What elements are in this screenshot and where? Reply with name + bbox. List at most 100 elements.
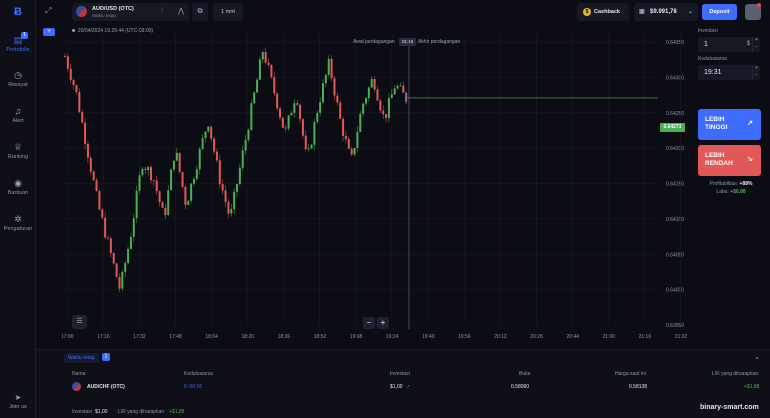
tab-fixed-time[interactable]: Waktu tetap bbox=[64, 353, 99, 363]
investment-input[interactable]: 1 $ + − bbox=[698, 37, 760, 52]
candle-body bbox=[304, 135, 307, 150]
candle-body bbox=[290, 112, 293, 116]
zoom-out-button[interactable]: − bbox=[363, 317, 375, 329]
candle-body bbox=[72, 80, 75, 85]
candle-body bbox=[66, 56, 69, 69]
higher-button[interactable]: LEBIH TINGGI ↗ bbox=[698, 109, 761, 140]
candle-body bbox=[319, 102, 322, 113]
lower-button[interactable]: LEBIH RENDAH ↘ bbox=[698, 145, 761, 176]
candle-body bbox=[204, 131, 207, 139]
sidebar-item-help[interactable]: ◉ Bantuan bbox=[0, 178, 36, 196]
candle-body bbox=[387, 98, 390, 118]
candle-body bbox=[287, 115, 290, 129]
x-tick-label: 17:16 bbox=[97, 334, 110, 340]
expiry-input[interactable]: 19:31 + − bbox=[698, 65, 760, 80]
add-chart-button[interactable]: + bbox=[43, 28, 55, 36]
candle-body bbox=[230, 209, 233, 214]
trading-app: Ƀ ▤ Portofolio 1 ◷ Riwayat ♫ Alert ♕ Ran… bbox=[0, 0, 770, 418]
candle-body bbox=[327, 58, 330, 75]
candle-body bbox=[379, 100, 382, 111]
trophy-icon: ♕ bbox=[13, 142, 23, 152]
x-tick-label: 21:16 bbox=[639, 334, 652, 340]
candle-body bbox=[129, 236, 132, 249]
y-tick-label: 0.64350 bbox=[666, 40, 684, 46]
candle-body bbox=[281, 117, 284, 128]
current-price-tag: 0.64271 bbox=[660, 123, 685, 132]
candle-body bbox=[296, 103, 299, 105]
x-tick-label: 18:04 bbox=[205, 334, 218, 340]
candle-body bbox=[347, 139, 350, 149]
candle-body bbox=[95, 180, 98, 191]
position-expected: +$1,88 bbox=[744, 384, 760, 390]
sidebar-item-alert[interactable]: ♫ Alert bbox=[0, 106, 36, 124]
sidebar-item-settings[interactable]: ✲ Pengaturan bbox=[0, 214, 36, 232]
footer-expected-label: L/R yang diharapkan bbox=[118, 409, 165, 415]
candle-body bbox=[141, 168, 144, 176]
chart-settings-button[interactable]: ☰ bbox=[72, 315, 87, 329]
candle-body bbox=[172, 160, 175, 170]
candle-body bbox=[293, 103, 296, 113]
x-tick-label: 18:52 bbox=[314, 334, 327, 340]
candle-body bbox=[241, 150, 244, 168]
candle-body bbox=[236, 183, 239, 192]
candle-body bbox=[284, 127, 287, 129]
candle-body bbox=[362, 103, 365, 114]
chart-type-icon: ⧉ bbox=[197, 8, 203, 15]
y-tick-label: 0.64200 bbox=[666, 146, 684, 152]
zoom-in-button[interactable]: + bbox=[377, 317, 389, 329]
sidebar-item-portfolio[interactable]: ▤ Portofolio 1 bbox=[0, 32, 36, 53]
portfolio-badge: 1 bbox=[21, 32, 28, 39]
tab-count-badge: 1 bbox=[102, 353, 110, 361]
candle-body bbox=[279, 108, 282, 118]
candle-body bbox=[322, 83, 325, 103]
expiry-stepper[interactable]: + − bbox=[752, 65, 760, 80]
candle-body bbox=[218, 160, 221, 185]
y-tick-label: 0.64300 bbox=[666, 75, 684, 81]
sidebar-item-label: Alert bbox=[12, 118, 24, 124]
deposit-button[interactable]: Deposit bbox=[702, 4, 737, 20]
chevron-down-icon[interactable]: ⌄ bbox=[754, 353, 760, 361]
column-header: Investasi bbox=[390, 371, 410, 377]
footer-investment-label: Investasi bbox=[72, 409, 92, 415]
candle-body bbox=[276, 93, 279, 109]
arrow-up-right-icon: ↗ bbox=[747, 120, 753, 127]
position-current-price: 0.58138 bbox=[629, 384, 648, 390]
indicators-button[interactable]: ⫶ bbox=[154, 3, 170, 21]
position-name: AUD/CHF (OTC) bbox=[87, 384, 125, 390]
cashback-button[interactable]: $ Cashback bbox=[577, 3, 629, 21]
settings-icon: ✲ bbox=[14, 214, 22, 224]
timeframe-button[interactable]: 1 mnt bbox=[213, 3, 243, 21]
candle-body bbox=[221, 184, 224, 191]
candlestick-chart[interactable]: 0.64350 0.64300 0.64250 0.64200 0.64150 0.641… bbox=[62, 25, 690, 345]
investment-stepper[interactable]: + − bbox=[752, 37, 760, 52]
candle-body bbox=[233, 191, 236, 210]
balance-selector[interactable]: ▣ $9.991,78 ⌄ bbox=[634, 3, 698, 21]
candle-body bbox=[213, 138, 216, 152]
positions-panel: Waktu tetap 1 ⌄ Nama Kedaluwarsa Investa… bbox=[36, 349, 770, 418]
candle-body bbox=[307, 148, 310, 150]
candle-body bbox=[250, 103, 253, 130]
logo-icon[interactable]: Ƀ bbox=[12, 6, 24, 18]
join-us-button[interactable]: ➤ Join us bbox=[0, 393, 36, 410]
candle-body bbox=[118, 277, 121, 289]
candle-body bbox=[78, 91, 81, 113]
footer-investment-value: $1,00 bbox=[95, 409, 108, 415]
cashback-label: Cashback bbox=[594, 9, 620, 15]
candle-body bbox=[215, 151, 218, 161]
expiry-value: 19:31 bbox=[704, 69, 722, 76]
y-tick-label: 0.64150 bbox=[666, 182, 684, 188]
balance-value: $9.991,78 bbox=[650, 9, 677, 15]
notification-dot bbox=[757, 3, 761, 7]
sidebar-item-ranking[interactable]: ♕ Ranking bbox=[0, 142, 36, 160]
trade-end-label: Akhir perdagangan bbox=[418, 39, 461, 45]
candle-body bbox=[273, 77, 276, 94]
profitability-value: +88% bbox=[739, 181, 753, 187]
candle-body bbox=[373, 78, 376, 90]
candle-body bbox=[399, 85, 402, 87]
drawing-button[interactable]: ⋀ bbox=[173, 3, 189, 21]
chart-type-button[interactable]: ⧉ bbox=[192, 3, 208, 21]
history-icon: ◷ bbox=[14, 70, 22, 80]
expand-icon[interactable]: ⤢ bbox=[45, 6, 51, 16]
sidebar-item-history[interactable]: ◷ Riwayat bbox=[0, 70, 36, 88]
candle-body bbox=[382, 110, 385, 115]
